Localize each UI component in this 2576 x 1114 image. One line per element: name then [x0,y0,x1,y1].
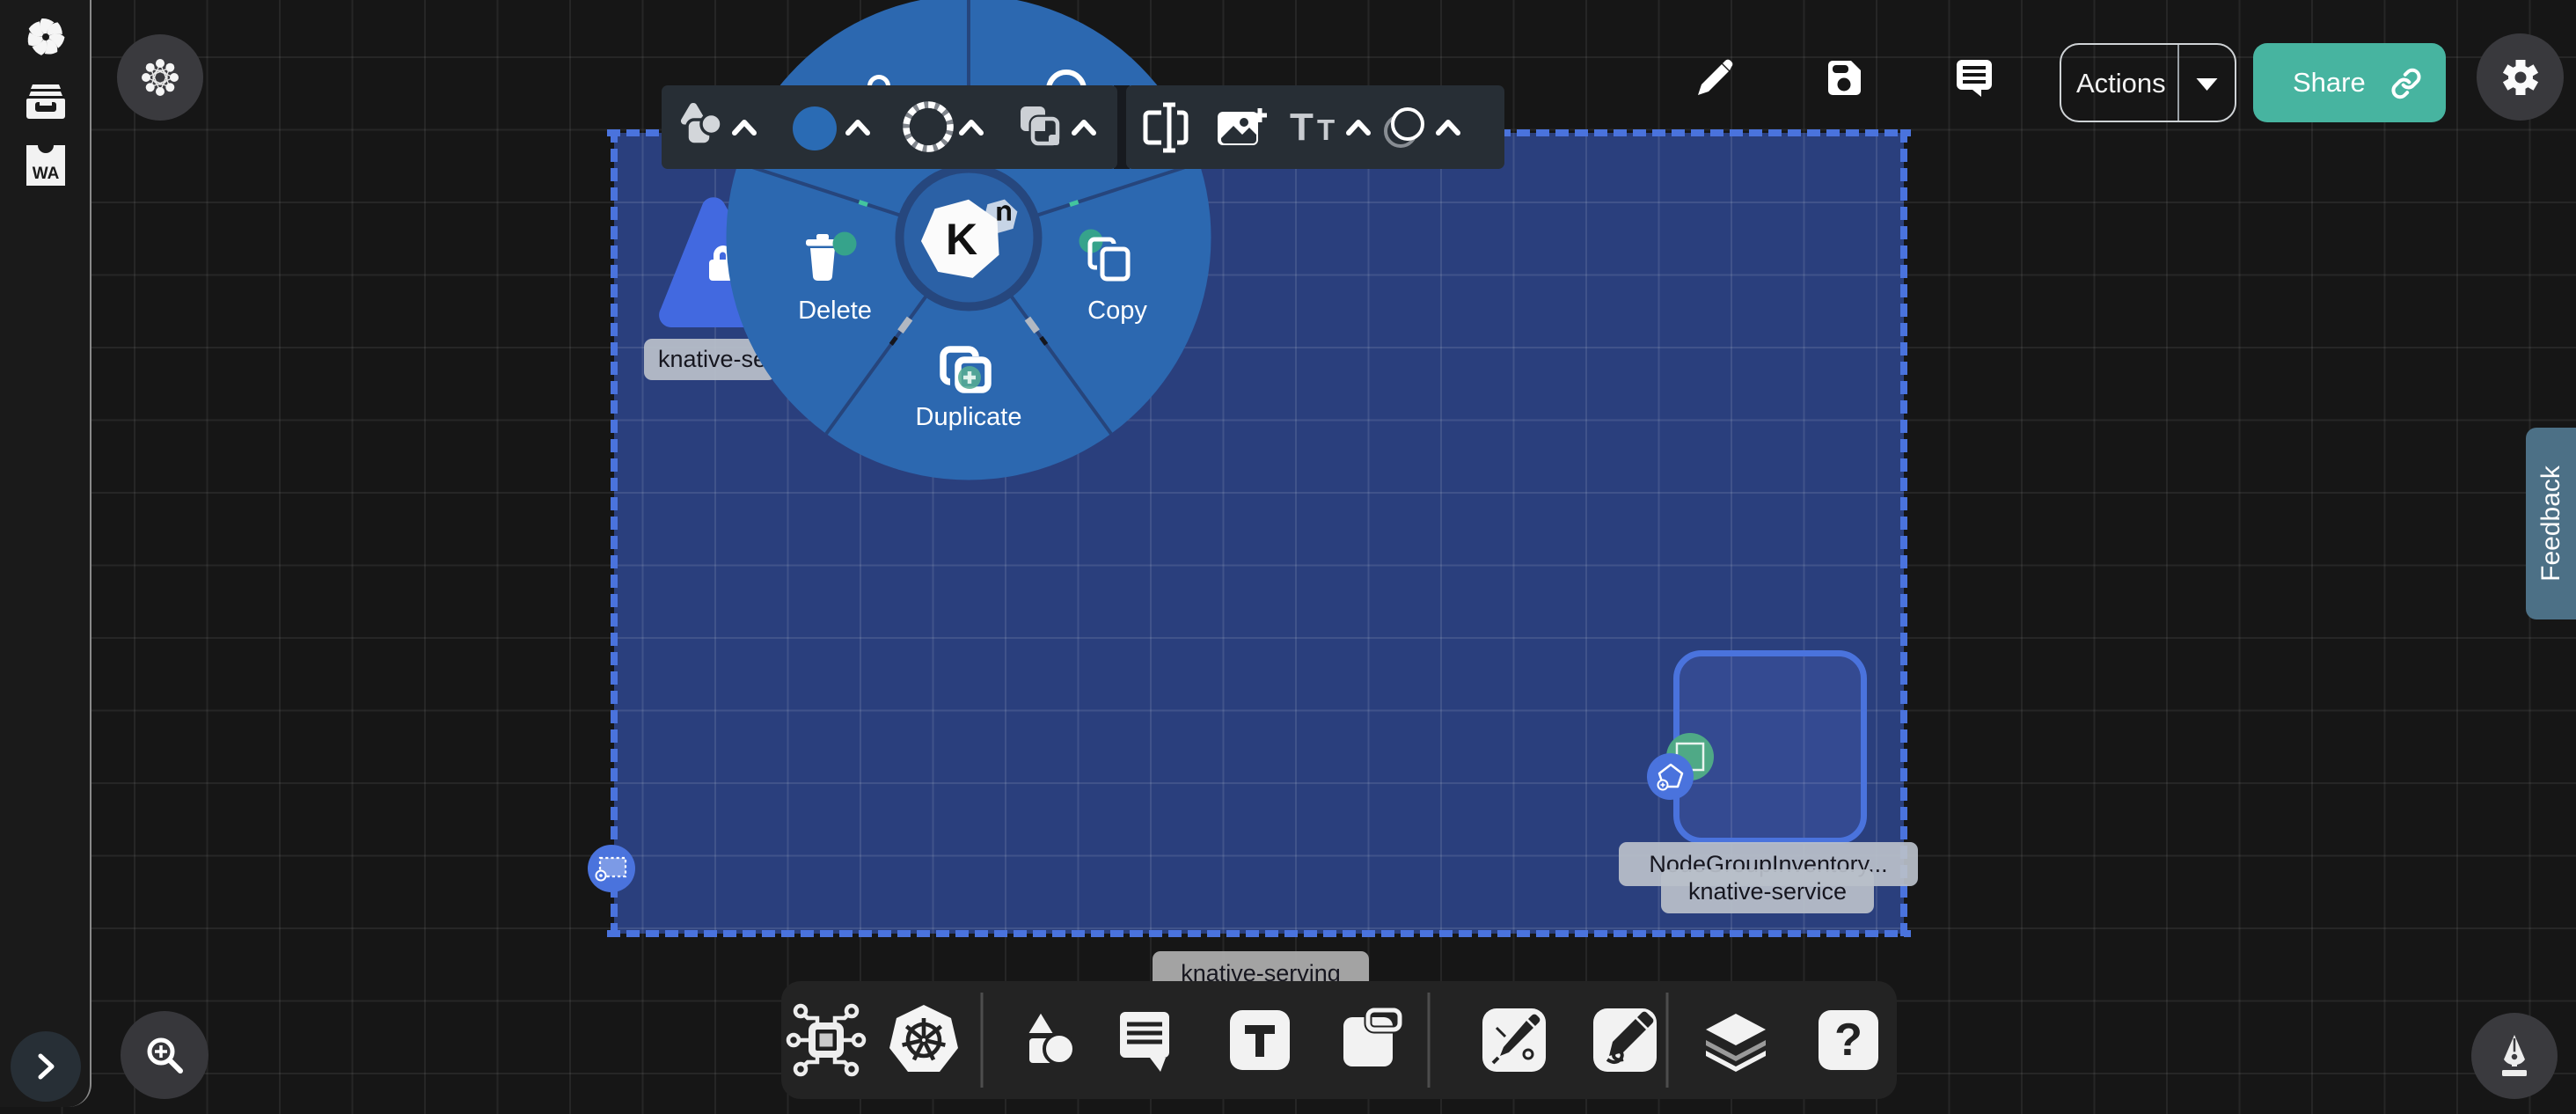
svg-text:?: ? [1834,1015,1862,1066]
svg-text:K: K [946,215,977,264]
svg-text:Duplicate: Duplicate [916,403,1022,431]
svg-text:Delete: Delete [798,297,872,325]
svg-text:T: T [1290,106,1314,149]
svg-text:WA: WA [33,165,60,183]
svg-text:Copy: Copy [1087,297,1147,325]
svg-text:T: T [1317,114,1335,146]
